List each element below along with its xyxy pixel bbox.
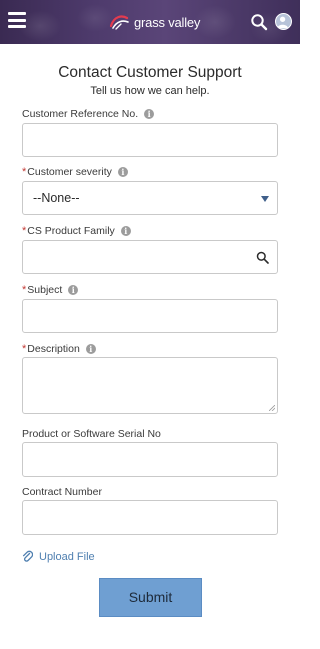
paperclip-icon: [22, 550, 33, 562]
info-icon[interactable]: i: [85, 344, 96, 354]
serial-no-input[interactable]: [23, 443, 277, 476]
search-icon[interactable]: [256, 251, 269, 264]
search-icon[interactable]: [250, 13, 268, 31]
upload-file-label: Upload File: [39, 550, 95, 563]
page-title: Contact Customer Support: [58, 64, 242, 81]
description-label: * Description i: [22, 343, 96, 355]
submit-button[interactable]: Submit: [99, 578, 202, 617]
required-marker: *: [22, 284, 27, 296]
contract-number-input[interactable]: [23, 501, 277, 534]
user-avatar-icon[interactable]: [275, 13, 292, 30]
customer-severity-value: --None--: [33, 191, 80, 205]
description-textarea[interactable]: [23, 358, 277, 413]
cs-product-family-input[interactable]: [23, 241, 277, 273]
resize-handle-icon[interactable]: [269, 405, 275, 411]
serial-no-field[interactable]: [22, 442, 278, 477]
customer-reference-label: Customer Reference No. i: [22, 108, 155, 120]
brand-name: grass valley: [134, 14, 201, 30]
serial-no-label: Product or Software Serial No: [22, 428, 161, 440]
info-icon[interactable]: i: [117, 167, 128, 177]
subject-label: * Subject i: [22, 284, 79, 296]
hamburger-menu-icon[interactable]: [8, 12, 26, 28]
required-marker: *: [22, 166, 27, 178]
grass-valley-logo-icon: [109, 15, 129, 30]
customer-severity-label: * Customer severity i: [22, 166, 128, 178]
info-icon[interactable]: i: [144, 109, 155, 119]
cs-product-family-label: * CS Product Family i: [22, 225, 131, 237]
info-icon[interactable]: i: [68, 285, 79, 295]
top-header: grass valley: [0, 0, 300, 44]
subject-field[interactable]: [22, 299, 278, 333]
required-marker: *: [22, 225, 27, 237]
customer-reference-field[interactable]: [22, 123, 278, 157]
subject-input[interactable]: [23, 300, 277, 332]
upload-file-link[interactable]: Upload File: [22, 550, 95, 563]
grass-valley-logo[interactable]: grass valley: [108, 13, 200, 31]
contract-number-field[interactable]: [22, 500, 278, 535]
customer-severity-select[interactable]: --None--: [22, 181, 278, 215]
info-icon[interactable]: i: [120, 226, 131, 236]
chevron-down-icon: [261, 196, 269, 202]
customer-reference-input[interactable]: [23, 124, 277, 156]
required-marker: *: [22, 343, 27, 355]
description-field[interactable]: [22, 357, 278, 414]
cs-product-family-field[interactable]: [22, 240, 278, 274]
page-subtitle: Tell us how we can help.: [90, 85, 210, 97]
contract-number-label: Contract Number: [22, 486, 102, 498]
